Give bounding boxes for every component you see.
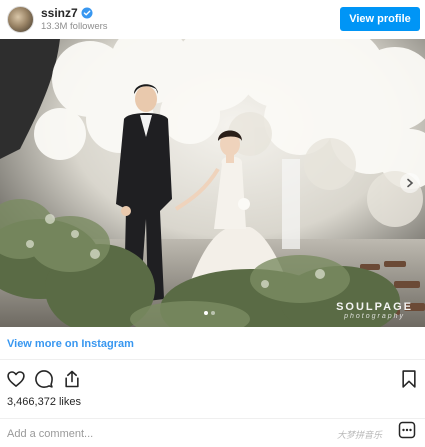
verified-badge-icon xyxy=(81,7,93,19)
corner-watermark-text: 大梦拼音乐 xyxy=(337,430,383,440)
post-header: ssinz7 13.3M followers View profile xyxy=(0,0,425,38)
photographer-watermark: SOULPAGE photography xyxy=(336,301,413,320)
chevron-right-icon xyxy=(407,178,414,188)
comment-input[interactable]: Add a comment... xyxy=(7,428,93,440)
share-button[interactable] xyxy=(60,367,84,391)
comment-button[interactable] xyxy=(32,367,56,391)
wedding-photo xyxy=(0,39,425,327)
username[interactable]: ssinz7 xyxy=(41,6,78,20)
options-icon[interactable] xyxy=(398,421,416,439)
avatar[interactable] xyxy=(7,6,34,33)
carousel-dot-active xyxy=(204,311,208,315)
carousel-indicator xyxy=(204,311,215,315)
view-more-section: View more on Instagram xyxy=(0,328,425,360)
watermark-sub: photography xyxy=(344,313,405,320)
save-button[interactable] xyxy=(397,367,421,391)
follower-count: 13.3M followers xyxy=(41,21,108,32)
view-more-link[interactable]: View more on Instagram xyxy=(7,338,134,350)
like-button[interactable] xyxy=(4,367,28,391)
post-image[interactable]: SOULPAGE photography xyxy=(0,39,425,327)
carousel-dot xyxy=(211,311,215,315)
bookmark-icon xyxy=(402,370,416,388)
share-icon xyxy=(65,370,79,388)
like-count: 3,466,372 likes xyxy=(7,396,81,408)
watermark-brand: SOULPAGE xyxy=(336,301,413,313)
comment-icon xyxy=(35,370,53,388)
action-bar xyxy=(0,365,425,395)
view-profile-button[interactable]: View profile xyxy=(340,7,420,31)
carousel-next-button[interactable] xyxy=(400,173,420,193)
username-row: ssinz7 xyxy=(41,6,93,20)
heart-icon xyxy=(7,371,25,387)
